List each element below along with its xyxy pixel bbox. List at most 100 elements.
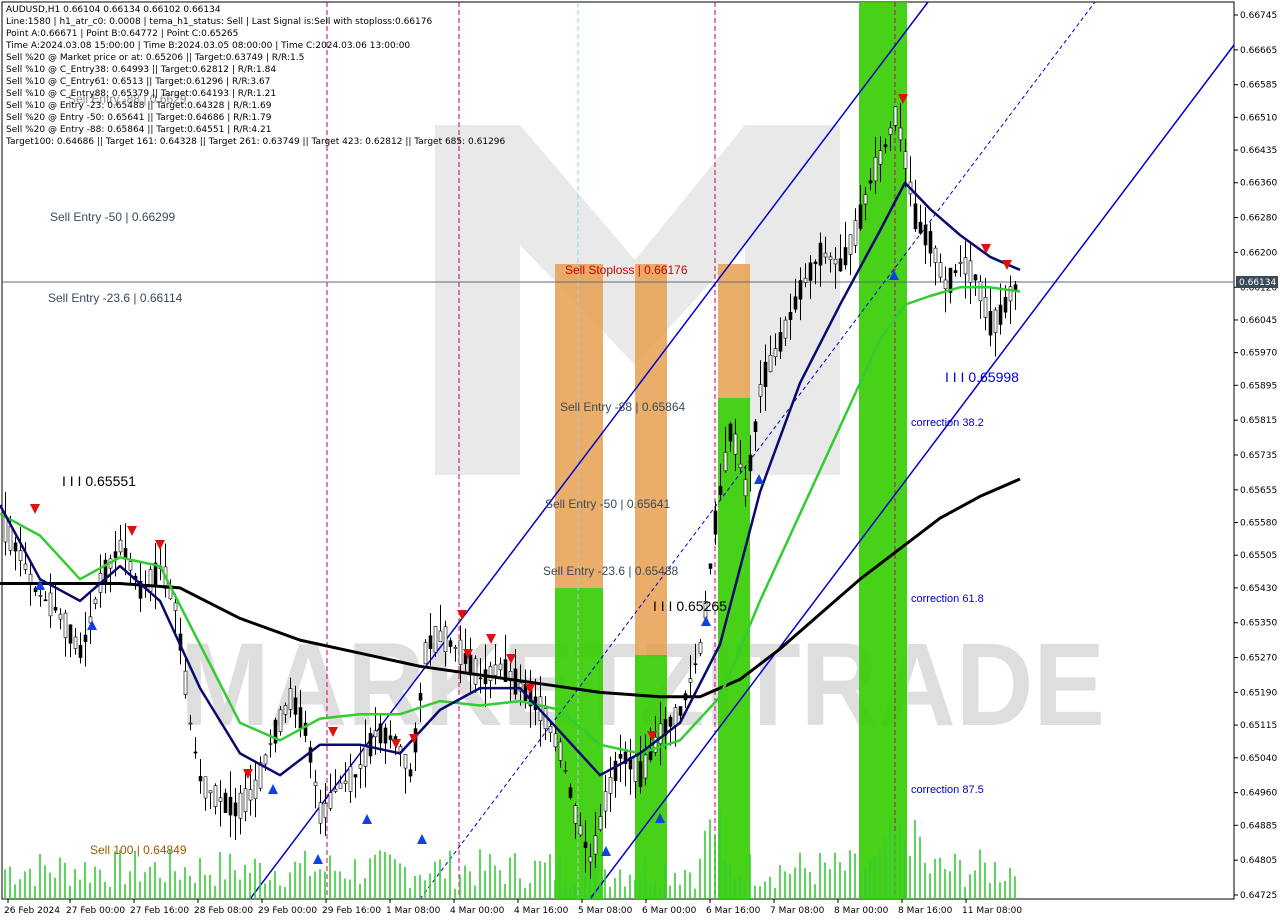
candle-body xyxy=(493,664,498,676)
volume-bar xyxy=(819,853,821,899)
candle-body xyxy=(978,281,983,302)
y-tick-label: 0.65970 xyxy=(1240,349,1277,359)
x-tick-label: 28 Feb 08:00 xyxy=(194,906,253,916)
volume-bar xyxy=(549,854,551,899)
candle-body xyxy=(868,180,873,184)
candle-body xyxy=(708,563,713,569)
volume-bar xyxy=(754,885,756,899)
candle-body xyxy=(233,802,238,817)
x-tick-label: 4 Mar 00:00 xyxy=(450,906,505,916)
volume-bar xyxy=(554,879,556,899)
candle-body xyxy=(803,277,808,283)
volume-bar xyxy=(854,853,856,899)
candle-body xyxy=(13,542,18,552)
volume-bar xyxy=(484,870,486,899)
candle-body xyxy=(338,782,343,789)
candle-body xyxy=(293,697,298,715)
volume-bar xyxy=(344,878,346,899)
volume-bar xyxy=(129,871,131,899)
volume-bar xyxy=(504,883,506,899)
info-line: Sell %10 @ C_Entry61: 0.6513 || Target:0… xyxy=(6,77,271,87)
x-tick-label: 27 Feb 00:00 xyxy=(66,906,125,916)
label-sell-entry-neg88: Sell Entry -88 | 0.65864 xyxy=(560,400,686,414)
volume-bar xyxy=(929,873,931,899)
volume-bar xyxy=(624,886,626,899)
volume-bar xyxy=(989,882,991,899)
candle-body xyxy=(268,743,273,745)
volume-bar xyxy=(949,871,951,899)
volume-bar xyxy=(564,882,566,899)
volume-bar xyxy=(54,877,56,899)
zone-orange xyxy=(718,264,750,398)
volume-bar xyxy=(984,862,986,899)
volume-bar xyxy=(474,885,476,899)
candle-body xyxy=(28,573,33,583)
label-point-65551: I I I 0.65551 xyxy=(62,473,136,489)
candle-body xyxy=(373,730,378,738)
volume-bar xyxy=(689,872,691,899)
candle-body xyxy=(58,613,63,620)
volume-bar xyxy=(394,859,396,899)
volume-bar xyxy=(969,874,971,899)
volume-bar xyxy=(629,874,631,899)
info-line: Sell %10 @ C_Entry38: 0.64993 || Target:… xyxy=(6,65,277,75)
volume-bar xyxy=(634,879,636,899)
candle-body xyxy=(318,802,323,824)
volume-bar xyxy=(104,881,106,899)
volume-bar xyxy=(794,867,796,899)
volume-bar xyxy=(899,825,901,899)
volume-bar xyxy=(569,887,571,899)
volume-bar xyxy=(209,874,211,899)
candle-body xyxy=(313,781,318,787)
candle-body xyxy=(113,551,118,559)
volume-bar xyxy=(509,857,511,899)
candle-body xyxy=(873,156,878,182)
candle-body xyxy=(608,777,613,794)
volume-bar xyxy=(724,860,726,899)
volume-bar xyxy=(354,859,356,899)
volume-bar xyxy=(24,871,26,899)
info-line: Sell %20 @ Market price or at: 0.65206 |… xyxy=(6,53,305,63)
candle-body xyxy=(893,106,898,126)
label-sell-entry-neg236: Sell Entry -23.6 | 0.65488 xyxy=(543,564,679,578)
candle-body xyxy=(998,304,1003,325)
candle-body xyxy=(403,754,408,769)
volume-bar xyxy=(184,867,186,899)
candle-body xyxy=(793,296,798,310)
volume-bar xyxy=(374,854,376,899)
candle-body xyxy=(343,780,348,784)
volume-bar xyxy=(934,858,936,899)
volume-bar xyxy=(494,865,496,899)
candle-body xyxy=(78,645,83,658)
volume-bar xyxy=(869,860,871,899)
volume-bar xyxy=(779,864,781,899)
volume-bar xyxy=(789,873,791,899)
candle-body xyxy=(548,725,553,733)
volume-bar xyxy=(1014,876,1016,899)
candle-body xyxy=(563,770,568,772)
candle-body xyxy=(353,774,358,778)
candle-body xyxy=(18,550,23,562)
volume-bar xyxy=(269,880,271,899)
volume-bar xyxy=(744,885,746,899)
volume-bar xyxy=(149,866,151,899)
volume-bar xyxy=(524,888,526,899)
candle-body xyxy=(898,127,903,141)
volume-bar xyxy=(924,862,926,899)
volume-bar xyxy=(74,869,76,899)
volume-bar xyxy=(694,888,696,899)
volume-bar xyxy=(49,872,51,899)
volume-bar xyxy=(329,855,331,899)
y-tick-label: 0.65815 xyxy=(1240,416,1277,426)
candle-body xyxy=(263,754,268,765)
volume-bar xyxy=(99,869,101,899)
candle-body xyxy=(723,451,728,472)
volume-bar xyxy=(189,875,191,899)
volume-bar xyxy=(199,858,201,899)
candle-body xyxy=(603,791,608,812)
volume-bar xyxy=(119,850,121,899)
candle-body xyxy=(118,539,123,553)
info-line: Sell %20 @ Entry -50: 0.65641 || Target:… xyxy=(6,113,272,123)
volume-bar xyxy=(599,883,601,899)
candle-body xyxy=(678,706,683,716)
